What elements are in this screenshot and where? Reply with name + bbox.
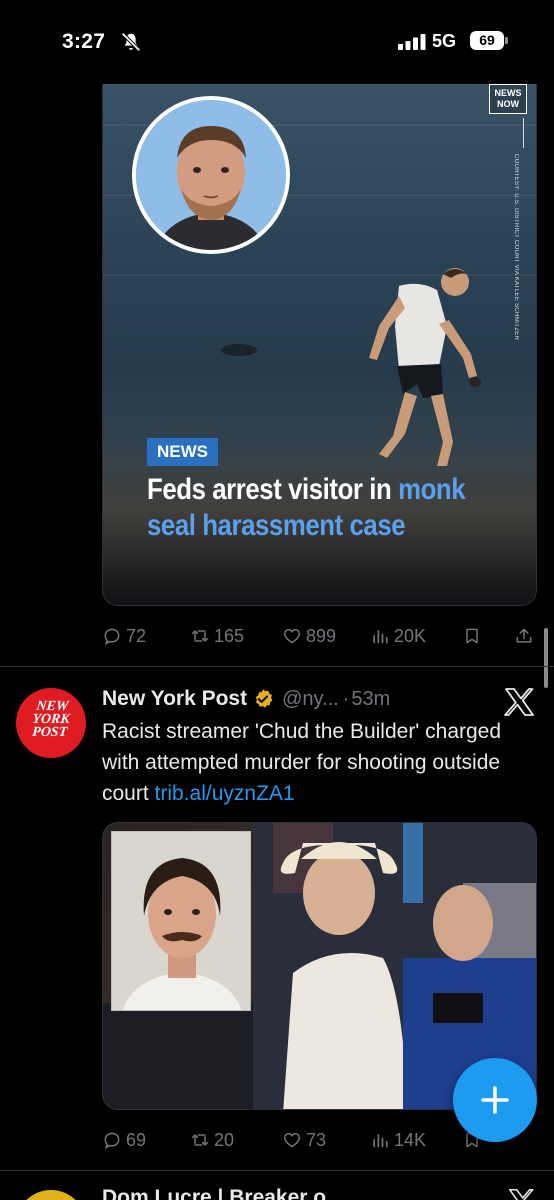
like-button[interactable]: 73	[282, 1130, 326, 1151]
compose-button[interactable]	[453, 1058, 537, 1142]
author-name[interactable]: Dom Lucre | Breaker o	[102, 1186, 326, 1200]
repost-count: 20	[214, 1129, 235, 1150]
battery-tip	[505, 37, 508, 44]
author-avatar[interactable]	[16, 1190, 86, 1200]
network-type: 5G	[432, 31, 457, 51]
like-icon	[283, 628, 301, 644]
courtesy-credit: COURTESY: U.S. DISTRICT COURT VIA KATLEE…	[513, 154, 519, 341]
man-throwing-rock	[369, 268, 481, 466]
meta-separator: ·	[342, 687, 350, 710]
reply-count: 69	[126, 1129, 147, 1150]
next-tweet-peek[interactable]: Dom Lucre | Breaker o	[0, 1172, 554, 1200]
author-name[interactable]: New York Post	[102, 687, 247, 711]
watermark-divider	[523, 118, 524, 148]
x-logo-icon[interactable]	[504, 688, 534, 716]
reply-icon	[104, 628, 120, 646]
verified-badge-icon	[255, 689, 273, 708]
tweet2-header: New York Post @ny... · 53m	[102, 684, 390, 714]
tweet-time[interactable]: 53m	[351, 688, 390, 711]
battery-level: 69	[470, 31, 504, 50]
status-time: 3:27	[62, 30, 106, 53]
reply-icon	[104, 1132, 120, 1150]
mugshot-face	[112, 832, 250, 1010]
nyp-logo-text: NEW YORK POST	[31, 699, 71, 740]
tweet-link[interactable]: trib.al/uyznZA1	[155, 782, 295, 805]
reply-button[interactable]: 72	[102, 626, 146, 647]
bookmark-button[interactable]	[462, 626, 482, 646]
suspect-portrait	[132, 96, 290, 254]
views-button[interactable]: 14K	[370, 1130, 426, 1151]
like-icon	[283, 1132, 301, 1148]
views-button[interactable]: 20K	[370, 626, 426, 647]
like-count: 73	[306, 1129, 327, 1150]
media-headline: Feds arrest visitor in monk seal harassm…	[147, 472, 466, 544]
scrollbar[interactable]	[544, 628, 548, 688]
reply-button[interactable]: 69	[102, 1130, 146, 1151]
bookmark-icon	[466, 628, 478, 644]
repost-icon	[191, 630, 209, 642]
reply-count: 72	[126, 625, 147, 646]
signal-icon	[398, 34, 426, 50]
bell-slash-icon	[121, 32, 141, 52]
compose-plus-icon	[481, 1086, 509, 1114]
news-tag: NEWS	[147, 438, 218, 466]
like-button[interactable]: 899	[282, 626, 336, 647]
share-icon	[516, 628, 532, 643]
tweet1-action-bar: 72 165 899 20K	[102, 624, 542, 648]
x-logo-icon[interactable]	[508, 1188, 534, 1200]
newsnow-logo: NEWS NOW	[489, 84, 527, 114]
repost-button[interactable]: 165	[190, 626, 244, 647]
portrait-face	[136, 100, 286, 250]
tweet-divider	[0, 666, 554, 667]
repost-icon	[191, 1134, 209, 1146]
like-count: 899	[306, 625, 337, 646]
tweet-media-image[interactable]: NEWS NOW COURTESY: U.S. DISTRICT COURT V…	[102, 84, 537, 606]
author-handle[interactable]: @ny...	[282, 688, 339, 711]
share-button[interactable]	[514, 626, 534, 646]
tweet-divider	[0, 1170, 554, 1171]
monk-seal	[221, 344, 257, 356]
tweet-body: Racist streamer 'Chud the Builder' charg…	[102, 716, 532, 809]
view-count: 20K	[394, 625, 427, 646]
views-icon	[373, 1134, 388, 1148]
view-count: 14K	[394, 1129, 427, 1150]
nyp-avatar[interactable]: NEW YORK POST	[16, 688, 86, 758]
headline-plain: Feds arrest visitor in	[147, 473, 399, 506]
repost-count: 165	[214, 625, 245, 646]
mugshot-photo	[111, 831, 251, 1011]
views-icon	[373, 630, 388, 644]
repost-button[interactable]: 20	[190, 1130, 234, 1151]
status-bar: 3:27 5G 69	[0, 0, 554, 84]
